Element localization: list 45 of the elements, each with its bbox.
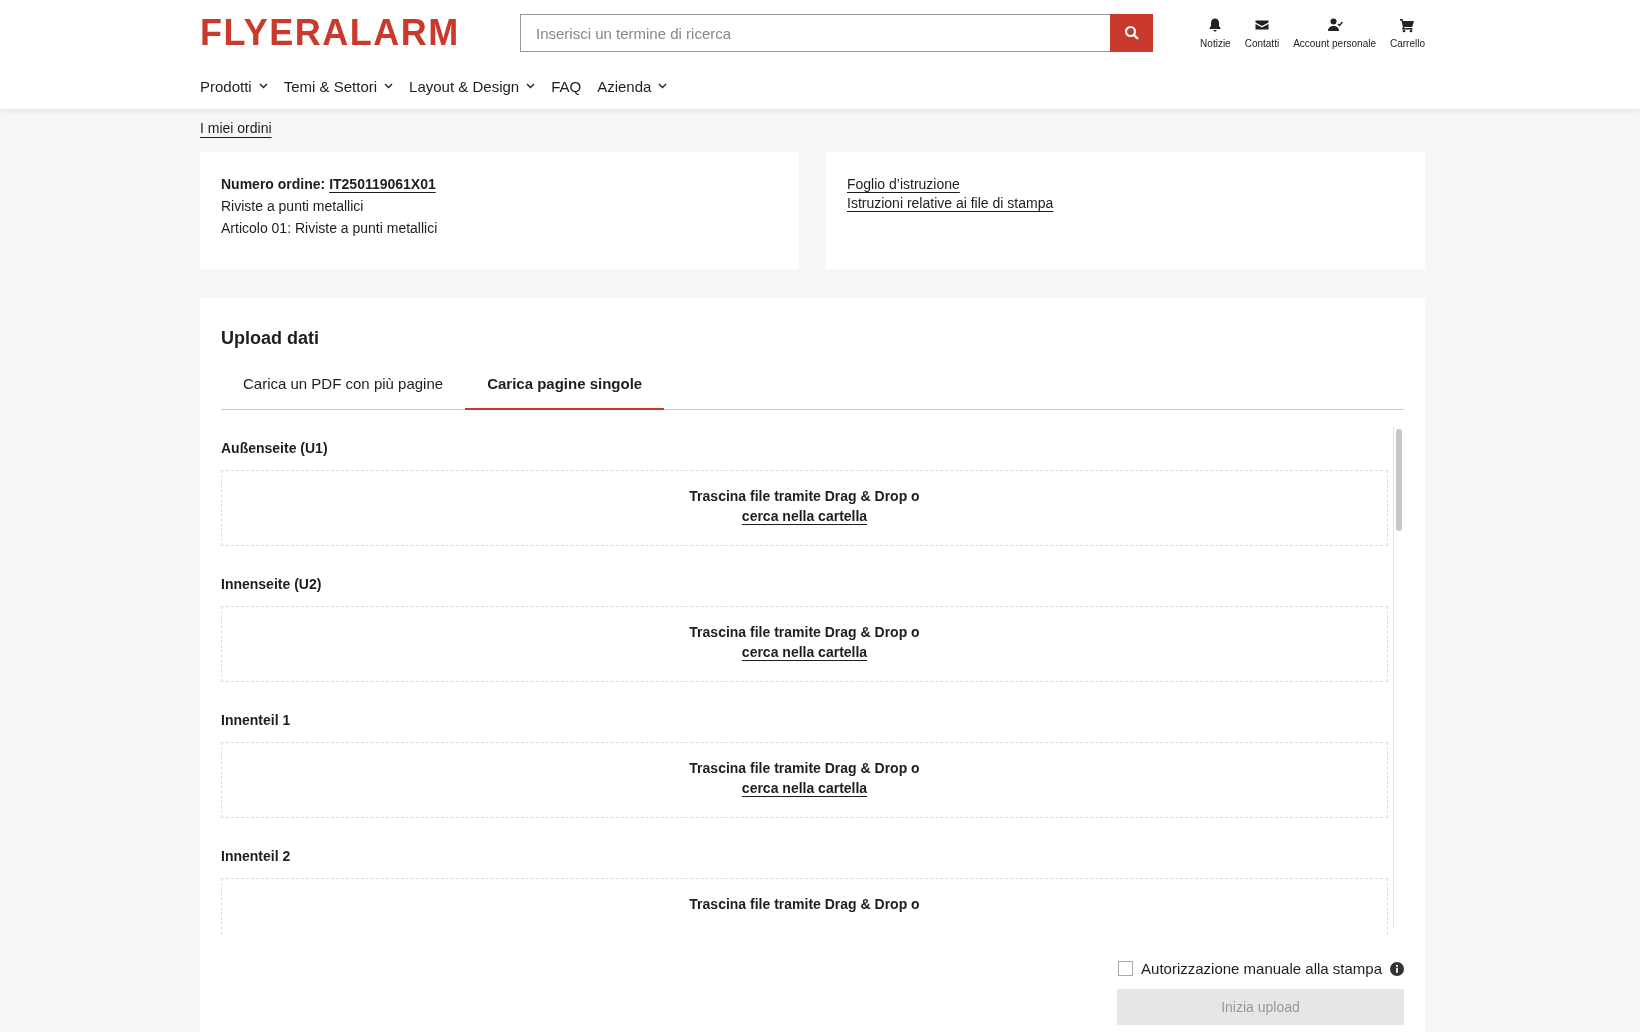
- document-link[interactable]: Foglio d’istruzione: [847, 176, 960, 192]
- page-label: Außenseite (U1): [221, 440, 328, 456]
- order-number-link[interactable]: IT250119061X01: [329, 176, 436, 192]
- bell-icon: [1207, 17, 1224, 33]
- info-icon[interactable]: [1390, 961, 1404, 976]
- search-button[interactable]: [1110, 14, 1153, 52]
- drop-zone[interactable]: Trascina file tramite Drag & Drop o: [221, 878, 1388, 936]
- bell-nav-button[interactable]: Notizie: [1200, 17, 1231, 49]
- browse-link[interactable]: cerca nella cartella: [741, 508, 868, 524]
- browse-link[interactable]: cerca nella cartella: [741, 780, 868, 796]
- nav-menu-item[interactable]: Azienda: [597, 77, 668, 95]
- drop-zone-text: Trascina file tramite Drag & Drop o: [689, 896, 920, 912]
- order-detail-text: Riviste a punti metallici: [221, 198, 365, 214]
- cart-icon: [1399, 17, 1416, 33]
- document-link[interactable]: Istruzioni relative ai file di stampa: [847, 195, 1054, 211]
- user-icon: [1326, 17, 1343, 33]
- checkbox-label: Autorizzazione manuale alla stampa: [1141, 960, 1382, 977]
- scrollbar-thumb[interactable]: [1396, 429, 1402, 531]
- mail-nav-button[interactable]: Contatti: [1244, 17, 1280, 49]
- page-label: Innenteil 2: [221, 848, 291, 864]
- drop-zone[interactable]: Trascina file tramite Drag & Drop o cerca nella cartella: [221, 606, 1388, 682]
- cart-nav-button[interactable]: Carrello: [1390, 17, 1425, 49]
- page-label: Innenseite (U2): [221, 576, 322, 592]
- search-icon: [1123, 25, 1140, 41]
- page-label: Innenteil 1: [221, 712, 291, 728]
- order-number-label: Numero ordine:: [221, 176, 326, 192]
- upload-tab[interactable]: Carica pagine singole: [465, 375, 665, 410]
- user-nav-button[interactable]: Account personale: [1293, 17, 1376, 49]
- logo[interactable]: FLYERALARM: [200, 12, 520, 54]
- nav-menu-item[interactable]: Prodotti: [200, 77, 268, 95]
- breadcrumb-link[interactable]: I miei ordini: [200, 120, 272, 136]
- nav-menu-item[interactable]: Temi & Settori: [283, 77, 394, 95]
- nav-menu-item[interactable]: FAQ: [551, 77, 582, 95]
- upload-tab[interactable]: Carica un PDF con più pagine: [221, 375, 466, 410]
- drop-zone-text: Trascina file tramite Drag & Drop o: [689, 488, 920, 504]
- section-title: Upload dati: [221, 328, 320, 349]
- order-detail-text: Articolo 01: Riviste a punti metallici: [221, 220, 439, 236]
- drop-zone-text: Trascina file tramite Drag & Drop o: [689, 760, 920, 776]
- nav-menu-item[interactable]: Layout & Design: [409, 77, 536, 95]
- drop-zone[interactable]: Trascina file tramite Drag & Drop o cerca nella cartella: [221, 470, 1388, 546]
- browse-link[interactable]: cerca nella cartella: [741, 644, 868, 660]
- drop-zone[interactable]: Trascina file tramite Drag & Drop o cerca nella cartella: [221, 742, 1388, 818]
- checkbox[interactable]: [1118, 961, 1134, 976]
- search-field[interactable]: Inserisci un termine di ricerca: [520, 14, 1110, 52]
- drop-zone-text: Trascina file tramite Drag & Drop o: [689, 624, 920, 640]
